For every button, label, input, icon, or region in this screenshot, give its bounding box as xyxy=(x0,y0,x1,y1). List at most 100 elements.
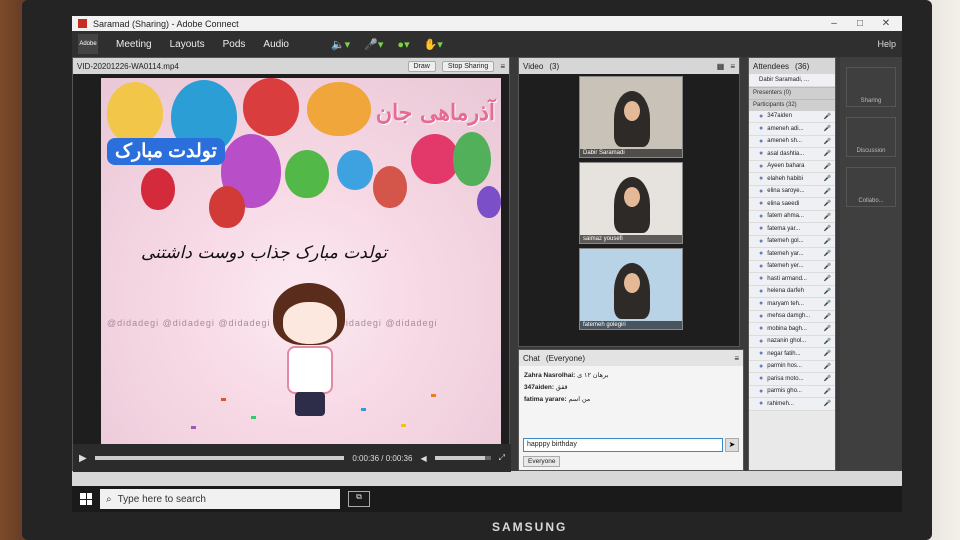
participant-icon: ● xyxy=(759,237,764,245)
confetti xyxy=(431,394,436,397)
participant-item[interactable]: ● parisa moto... 🎤 xyxy=(749,373,835,386)
layout-collaboration[interactable]: Collabo... xyxy=(846,167,896,207)
participant-item[interactable]: ● negar fatih... 🎤 xyxy=(749,348,835,361)
speaker-icon[interactable]: 🔈▾ xyxy=(331,38,350,51)
participant-item[interactable]: ● nazanin ghol... 🎤 xyxy=(749,335,835,348)
video-tile-name: Dabir Saramadi xyxy=(580,149,682,157)
menu-meeting[interactable]: Meeting xyxy=(116,39,152,50)
webcam-icon[interactable]: ●▾ xyxy=(397,38,409,51)
layout-sharing[interactable]: Sharing xyxy=(846,67,896,107)
raise-hand-icon[interactable]: ✋▾ xyxy=(424,38,443,51)
chat-pod-header: Chat (Everyone) ≡ xyxy=(519,350,743,366)
presenters-group[interactable]: Presenters (0) xyxy=(749,86,835,99)
microphone-icon: 🎤 xyxy=(823,401,831,408)
participant-item[interactable]: ● fatemeh yer... 🎤 xyxy=(749,260,835,273)
menu-pods[interactable]: Pods xyxy=(223,39,246,50)
participant-name: elina saroye... xyxy=(767,188,805,195)
participant-item[interactable]: ● elina saroye... 🎤 xyxy=(749,185,835,198)
pod-options-icon[interactable]: ≡ xyxy=(500,62,505,71)
participant-item[interactable]: ● helena darfeh 🎤 xyxy=(749,285,835,298)
participant-item[interactable]: ● parmin hos... 🎤 xyxy=(749,360,835,373)
participant-item[interactable]: ● mobina bagh... 🎤 xyxy=(749,323,835,336)
draw-button[interactable]: Draw xyxy=(407,60,436,72)
chat-input[interactable]: happpy birthday xyxy=(523,438,723,452)
cartoon-girl-body xyxy=(287,346,333,394)
menu-audio[interactable]: Audio xyxy=(263,39,289,50)
video-tile[interactable]: fatemeh golegiri xyxy=(579,248,683,330)
video-time: 0:00:36 / 0:00:36 xyxy=(352,453,413,463)
participant-item[interactable]: ● fatemeh gol... 🎤 xyxy=(749,235,835,248)
volume-icon[interactable]: ◀ xyxy=(420,454,426,463)
participant-icon: ● xyxy=(759,287,764,295)
participant-name: helena darfeh xyxy=(767,288,804,295)
participant-name: Ayeen bahara xyxy=(767,163,805,170)
participant-item[interactable]: ● fatem ahma... 🎤 xyxy=(749,210,835,223)
fullscreen-icon[interactable]: ⤢ xyxy=(499,453,505,463)
menu-help[interactable]: Help xyxy=(877,39,896,49)
chat-sender: fatima yarare: xyxy=(524,396,567,403)
chat-message: fatima yarare: من اسم xyxy=(524,394,738,406)
participant-item[interactable]: ● mehsa damgh... 🎤 xyxy=(749,310,835,323)
search-icon: ⌕ xyxy=(106,493,112,505)
participant-item[interactable]: ● elina saeedi 🎤 xyxy=(749,198,835,211)
pod-options-icon[interactable]: ≡ xyxy=(734,354,739,363)
video-tile[interactable]: Dabir Saramadi xyxy=(579,76,683,158)
participant-icon: ● xyxy=(759,337,764,345)
video-progress-track[interactable] xyxy=(94,456,345,460)
microphone-icon[interactable]: 🎤▾ xyxy=(364,38,383,51)
balloon xyxy=(285,150,329,198)
task-view-icon[interactable]: ⧉ xyxy=(348,491,370,507)
send-message-icon[interactable]: ➤ xyxy=(725,438,739,452)
layout-discussion[interactable]: Discussion xyxy=(846,117,896,157)
chat-messages: Zahra Nasrolhai: برهان ۱۲ ی 347aiden: قق… xyxy=(519,366,743,410)
participant-item[interactable]: ● Ayeen bahara 🎤 xyxy=(749,160,835,173)
chat-recipient-select[interactable]: Everyone xyxy=(523,456,561,467)
participant-icon: ● xyxy=(759,312,764,320)
microphone-icon: 🎤 xyxy=(823,151,831,158)
taskbar-search-box[interactable]: ⌕ Type here to search xyxy=(100,489,340,509)
windows-start-icon[interactable] xyxy=(80,493,92,505)
microphone-icon: 🎤 xyxy=(823,363,831,370)
maximize-icon[interactable]: □ xyxy=(850,18,870,29)
adobe-logo: Adobe xyxy=(78,34,98,54)
video-pod-count: (3) xyxy=(549,61,560,71)
av-controls: 🔈▾ 🎤▾ ●▾ ✋▾ xyxy=(331,38,443,51)
video-layout-icon[interactable]: ▦ xyxy=(717,62,725,71)
microphone-icon: 🎤 xyxy=(823,238,831,245)
confetti xyxy=(401,424,406,427)
balloon xyxy=(453,132,491,186)
participant-icon: ● xyxy=(759,212,764,220)
video-playback-bar: ▶ 0:00:36 / 0:00:36 ◀ ⤢ xyxy=(73,444,511,472)
participant-item[interactable]: ● 347aiden 🎤 xyxy=(749,110,835,123)
participant-item[interactable]: ● hasti armand... 🎤 xyxy=(749,273,835,286)
participant-item[interactable]: ● rahimeh... 🎤 xyxy=(749,398,835,411)
minimize-icon[interactable]: – xyxy=(824,18,844,29)
participant-item[interactable]: ● maryam teh... 🎤 xyxy=(749,298,835,311)
participant-item[interactable]: ● parmis gho... 🎤 xyxy=(749,385,835,398)
participant-name: parisa moto... xyxy=(767,375,804,382)
participant-name: mehsa damgh... xyxy=(767,313,811,320)
participant-icon: ● xyxy=(759,137,764,145)
microphone-icon: 🎤 xyxy=(823,251,831,258)
participant-item[interactable]: ● asal dashtia... 🎤 xyxy=(749,148,835,161)
pod-options-icon[interactable]: ≡ xyxy=(730,62,735,71)
microphone-icon: 🎤 xyxy=(823,326,831,333)
menu-bar: Adobe Meeting Layouts Pods Audio 🔈▾ 🎤▾ ●… xyxy=(72,31,902,57)
microphone-icon: 🎤 xyxy=(823,113,831,120)
participant-item[interactable]: ● ameneh adi... 🎤 xyxy=(749,123,835,136)
volume-slider[interactable] xyxy=(434,456,491,460)
host-item[interactable]: Dabir Saramadi, ... xyxy=(749,74,835,87)
participant-item[interactable]: ● fatemeh yar... 🎤 xyxy=(749,248,835,261)
menu-layouts[interactable]: Layouts xyxy=(170,39,205,50)
participant-item[interactable]: ● fatema yar... 🎤 xyxy=(749,223,835,236)
close-icon[interactable]: ✕ xyxy=(876,18,896,29)
microphone-icon: 🎤 xyxy=(823,213,831,220)
video-tile[interactable]: saimaz yousefi xyxy=(579,162,683,244)
microphone-icon: 🎤 xyxy=(823,201,831,208)
stop-sharing-button[interactable]: Stop Sharing xyxy=(441,60,495,72)
participants-group[interactable]: Participants (32) xyxy=(749,98,835,111)
video-progress-fill xyxy=(94,456,345,460)
play-icon[interactable]: ▶ xyxy=(79,453,87,464)
participant-item[interactable]: ● elaheh habibi 🎤 xyxy=(749,173,835,186)
participant-item[interactable]: ● ameneh sh... 🎤 xyxy=(749,135,835,148)
